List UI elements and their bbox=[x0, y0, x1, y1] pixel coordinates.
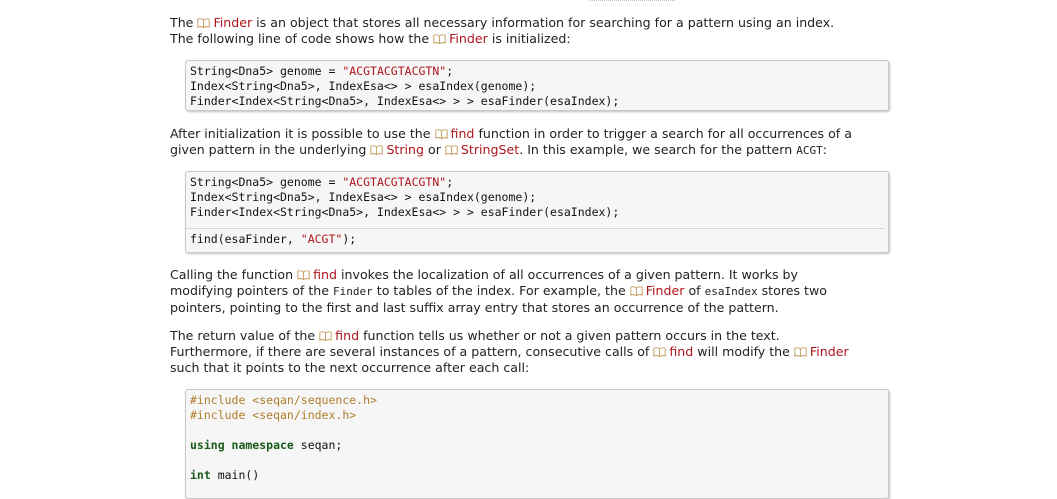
book-icon bbox=[630, 286, 643, 296]
book-icon bbox=[434, 129, 448, 139]
paragraph-find-explanation: Calling the function find invokes the lo… bbox=[170, 267, 827, 315]
finder-link[interactable]: Finder bbox=[197, 15, 252, 30]
book-icon bbox=[370, 145, 384, 155]
code-line: Index<String<Dna5>, IndexEsa<> > esaInde… bbox=[190, 190, 537, 204]
code-line: #include <seqan/sequence.h> bbox=[190, 393, 377, 407]
book-icon bbox=[794, 347, 807, 357]
book-icon bbox=[197, 18, 211, 28]
code-line: #include <seqan/index.h> bbox=[190, 408, 357, 422]
finder-link[interactable]: Finder bbox=[794, 344, 849, 359]
code-line: using namespace seqan; bbox=[190, 438, 343, 452]
code-line: String<Dna5> genome = "ACGTACGTACGTN"; bbox=[190, 175, 454, 189]
book-icon bbox=[653, 347, 667, 357]
top-divider bbox=[590, 0, 675, 1]
code-line: int main() bbox=[190, 468, 260, 482]
find-link[interactable]: find bbox=[434, 126, 474, 141]
book-icon bbox=[319, 331, 332, 341]
book-icon bbox=[433, 34, 446, 44]
inline-code: Finder bbox=[333, 285, 373, 298]
paragraph-return-value: The return value of the find function te… bbox=[170, 328, 849, 375]
paragraph-finder-intro: The Finder is an object that stores all … bbox=[170, 15, 835, 46]
string-link[interactable]: String bbox=[370, 142, 424, 157]
code-block-example: #include <seqan/sequence.h> #include <se… bbox=[185, 389, 889, 499]
code-line: Finder<Index<String<Dna5>, IndexEsa<> > … bbox=[190, 94, 620, 108]
book-icon bbox=[297, 270, 310, 280]
code-line: String<Dna5> genome = "ACGTACGTACGTN"; bbox=[190, 64, 454, 78]
find-link[interactable]: find bbox=[653, 344, 693, 359]
finder-link[interactable]: Finder bbox=[630, 283, 684, 298]
code-separator bbox=[186, 228, 884, 229]
book-icon bbox=[445, 145, 458, 155]
code-block-find: String<Dna5> genome = "ACGTACGTACGTN"; I… bbox=[185, 171, 889, 253]
find-link[interactable]: find bbox=[297, 267, 337, 282]
inline-code: ACGT bbox=[796, 144, 823, 157]
code-block-init: String<Dna5> genome = "ACGTACGTACGTN"; I… bbox=[185, 60, 889, 111]
code-line: Finder<Index<String<Dna5>, IndexEsa<> > … bbox=[190, 205, 620, 219]
inline-code: esaIndex bbox=[704, 285, 758, 298]
paragraph-find-usage: After initialization it is possible to u… bbox=[170, 126, 852, 157]
code-line: find(esaFinder, "ACGT"); bbox=[190, 232, 357, 246]
code-line: Index<String<Dna5>, IndexEsa<> > esaInde… bbox=[190, 79, 537, 93]
finder-link[interactable]: Finder bbox=[433, 31, 488, 46]
stringset-link[interactable]: StringSet bbox=[445, 142, 519, 157]
find-link[interactable]: find bbox=[319, 328, 359, 343]
